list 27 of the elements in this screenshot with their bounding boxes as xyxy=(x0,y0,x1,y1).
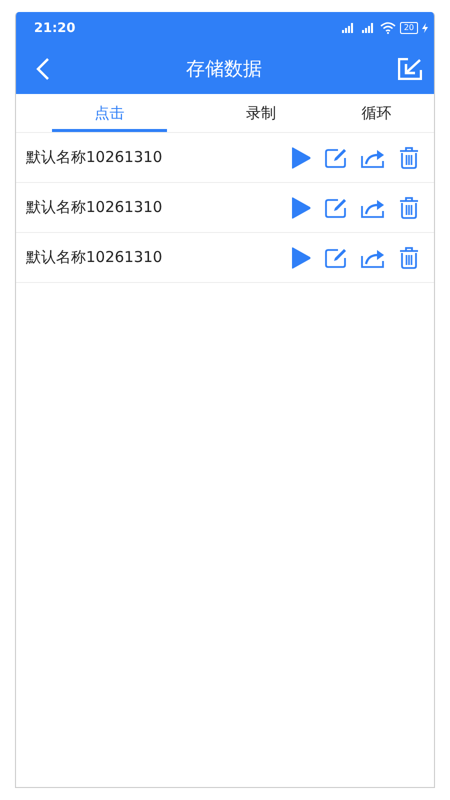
signal-icon xyxy=(340,23,356,33)
back-icon[interactable] xyxy=(36,58,50,80)
share-icon[interactable] xyxy=(361,148,385,168)
trash-icon[interactable] xyxy=(399,146,419,168)
tab[interactable]: 点击 xyxy=(52,94,168,132)
trash-icon[interactable] xyxy=(399,196,419,218)
page-title: 存储数据 xyxy=(186,57,262,82)
play-icon[interactable] xyxy=(291,196,311,218)
battery-level: 20 xyxy=(400,22,418,34)
wifi-icon xyxy=(380,22,396,34)
play-icon[interactable] xyxy=(291,246,311,268)
record-name: 默认名称10261310 xyxy=(26,248,162,267)
edit-icon[interactable] xyxy=(325,148,347,168)
charging-icon xyxy=(422,23,428,33)
tab[interactable]: 录制 xyxy=(203,94,319,132)
edit-icon[interactable] xyxy=(325,248,347,268)
play-icon[interactable] xyxy=(291,146,311,168)
import-icon[interactable] xyxy=(398,58,422,80)
signal-icon xyxy=(360,23,376,33)
tab[interactable]: 循环 xyxy=(318,94,434,132)
record-name: 默认名称10261310 xyxy=(26,148,162,167)
trash-icon[interactable] xyxy=(399,246,419,268)
edit-icon[interactable] xyxy=(325,198,347,218)
record-name: 默认名称10261310 xyxy=(26,198,162,217)
share-icon[interactable] xyxy=(361,248,385,268)
share-icon[interactable] xyxy=(361,198,385,218)
status-time: 21:20 xyxy=(34,20,76,36)
